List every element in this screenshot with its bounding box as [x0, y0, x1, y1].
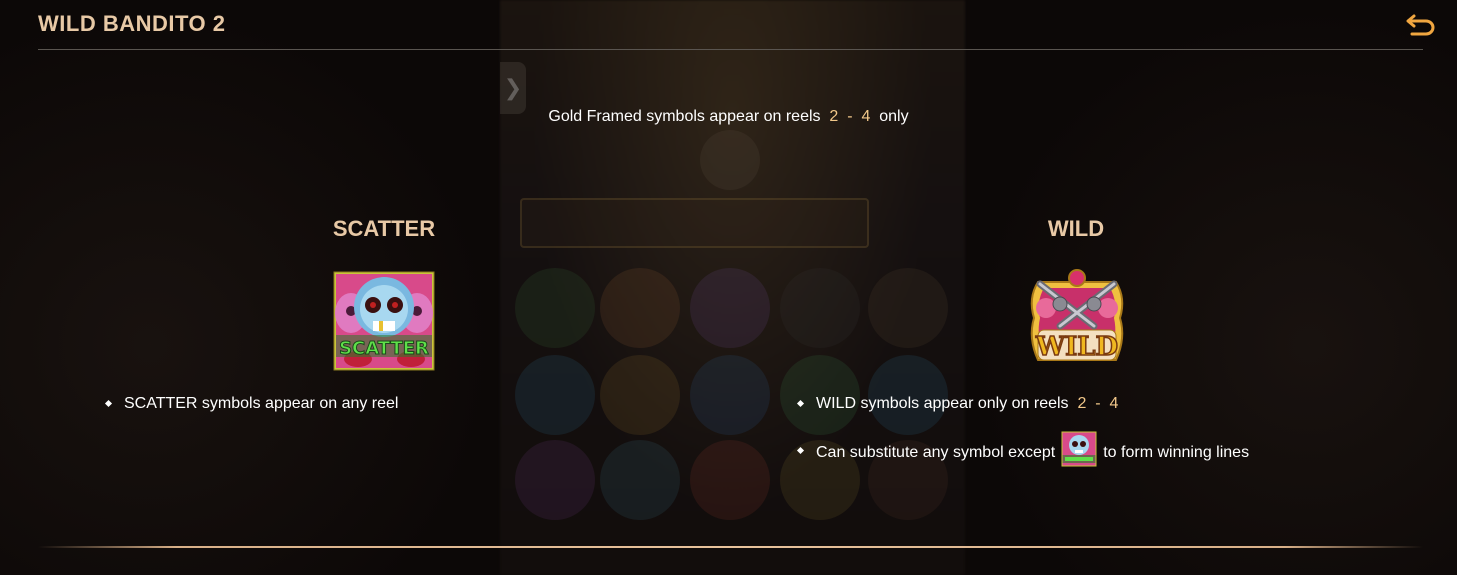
background-banner — [520, 198, 869, 248]
gold-framed-info: Gold Framed symbols appear on reels 2 - … — [0, 108, 1457, 126]
intro-text-after: only — [879, 108, 909, 125]
background-reel-cell — [600, 440, 680, 520]
background-reel-cell — [600, 355, 680, 435]
background-reel-cell — [780, 268, 860, 348]
scatter-rule-text: SCATTER symbols appear on any reel — [124, 395, 399, 412]
bullet-diamond-icon — [104, 399, 113, 408]
background-reel-cell — [515, 440, 595, 520]
wild-reel-dash: - — [1095, 395, 1101, 412]
intro-dash: - — [847, 108, 853, 125]
bullet-diamond-icon — [796, 399, 805, 408]
header-divider — [38, 49, 1423, 50]
footer-divider — [38, 546, 1423, 548]
wild-rule-item: WILD symbols appear only on reels 2 - 4 — [796, 392, 1249, 416]
intro-reel-to: 4 — [861, 108, 871, 125]
return-arrow-icon — [1406, 14, 1435, 36]
intro-reel-from: 2 — [829, 108, 839, 125]
svg-text:SCATTER: SCATTER — [339, 338, 429, 359]
background-reel-cell — [690, 355, 770, 435]
wild-heading: WILD — [1047, 216, 1105, 241]
wild-substitute-text: Can substitute any symbol except — [816, 444, 1056, 462]
scatter-rule-item: SCATTER symbols appear on any reel — [104, 392, 399, 416]
scatter-heading: SCATTER — [332, 216, 436, 241]
back-button[interactable] — [1404, 10, 1438, 40]
intro-text-before: Gold Framed symbols appear on reels — [548, 108, 821, 125]
wild-winning-lines-text: to form winning lines — [1103, 444, 1250, 462]
svg-text:WILD: WILD — [1035, 332, 1118, 362]
wild-reel-to: 4 — [1109, 395, 1119, 412]
wild-symbol-icon: WILD — [1024, 268, 1130, 374]
background-reel-cell — [868, 268, 948, 348]
scatter-mini-icon — [1061, 431, 1097, 467]
wild-reel-from: 2 — [1077, 395, 1087, 412]
background-chevron-right-icon: ❯ — [500, 62, 526, 114]
wild-rule-item: Can substitute any symbol except to form… — [796, 431, 1250, 467]
scatter-symbol-icon: SCATTER — [333, 271, 435, 371]
wild-rules-list: WILD symbols appear only on reels 2 - 4 … — [796, 392, 1250, 467]
background-skull-decoration — [700, 130, 760, 190]
page-title: WILD BANDITO 2 — [38, 11, 226, 36]
background-reel-cell — [600, 268, 680, 348]
bullet-diamond-icon — [796, 446, 805, 455]
wild-rule-text: WILD symbols appear only on reels — [816, 395, 1069, 412]
paytable-page: ❯ WILD BANDITO 2 Gold Framed symbols app… — [0, 0, 1457, 575]
background-reel-cell — [690, 268, 770, 348]
background-reel-cell — [690, 440, 770, 520]
scatter-rules-list: SCATTER symbols appear on any reel — [104, 392, 399, 416]
background-reel-cell — [515, 355, 595, 435]
background-reel-cell — [515, 268, 595, 348]
